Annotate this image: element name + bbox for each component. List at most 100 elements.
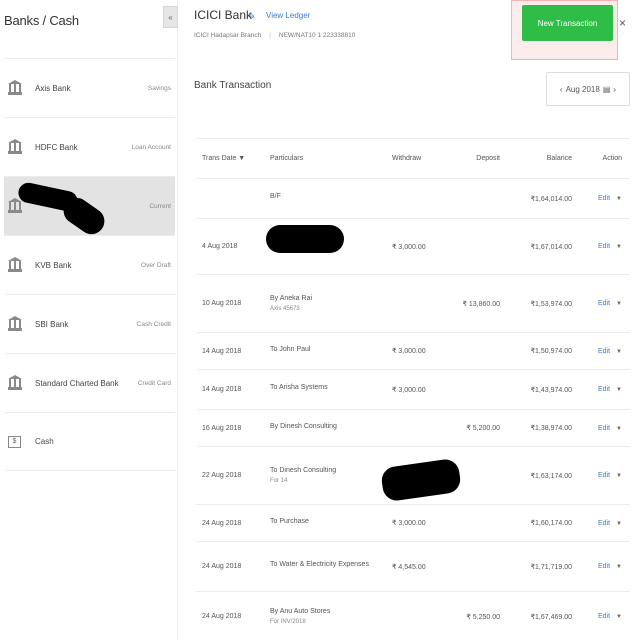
cell-deposit: ₹ 5,200.00 bbox=[458, 409, 506, 447]
sidebar-header: Banks / Cash bbox=[0, 0, 177, 40]
cell-withdraw: ₹ 3,000.00 bbox=[392, 369, 458, 410]
bank-icon bbox=[8, 80, 22, 96]
edit-link[interactable]: Edit bbox=[598, 195, 610, 202]
cell-balance: ₹1,43,974.00 bbox=[506, 369, 578, 410]
cell-date: 14 Aug 2018 bbox=[196, 369, 264, 410]
chevron-down-icon[interactable]: ▼ bbox=[616, 426, 622, 432]
edit-account-icon[interactable]: ✎ bbox=[248, 11, 256, 22]
chevron-left-icon[interactable]: ‹ bbox=[560, 85, 563, 94]
particulars-text: By Dinesh Consulting bbox=[270, 422, 337, 430]
cell-date: 4 Aug 2018 bbox=[196, 218, 264, 275]
collapse-sidebar-button[interactable]: « bbox=[163, 6, 178, 28]
cell-withdraw bbox=[392, 178, 458, 219]
sidebar-item-kvb-bank[interactable]: KVB Bank Over Draft bbox=[4, 235, 175, 294]
table-header-row: Trans Date ▼ Particulars Withdraw Deposi… bbox=[196, 138, 630, 179]
cell-date: 16 Aug 2018 bbox=[196, 409, 264, 447]
chevron-down-icon[interactable]: ▼ bbox=[616, 521, 622, 527]
cell-action: Edit ▼ bbox=[578, 218, 630, 275]
sidebar-item-cash[interactable]: $ Cash bbox=[4, 412, 175, 471]
cell-deposit bbox=[458, 178, 506, 219]
table-row: 14 Aug 2018 To John Paul ₹ 3,000.00 ₹1,50,9… bbox=[196, 332, 630, 370]
chevron-down-icon[interactable]: ▼ bbox=[616, 564, 622, 570]
table-row: B/F ₹1,64,014.00 Edit ▼ bbox=[196, 178, 630, 219]
month-label: Aug 2018 bbox=[565, 84, 600, 94]
chevron-down-icon[interactable]: ▼ bbox=[616, 387, 622, 393]
account-branch: ICICI Hadapsar Branch bbox=[194, 32, 262, 39]
sidebar-item-hdfc-bank[interactable]: HDFC Bank Loan Account bbox=[4, 117, 175, 176]
calendar-icon[interactable]: ▤ bbox=[603, 85, 611, 94]
cell-date: 22 Aug 2018 bbox=[196, 446, 264, 505]
cell-balance: ₹1,63,174.00 bbox=[506, 446, 578, 505]
cell-particulars: By Aneka Rai Axis 45673 bbox=[264, 274, 392, 333]
view-ledger-link[interactable]: View Ledger bbox=[266, 11, 310, 20]
particulars-text: By Anu Auto Stores bbox=[270, 608, 331, 616]
edit-link[interactable]: Edit bbox=[598, 563, 610, 570]
cell-deposit bbox=[458, 504, 506, 542]
account-type: Over Draft bbox=[141, 261, 171, 269]
chevron-right-icon[interactable]: › bbox=[613, 85, 616, 94]
cell-date: 24 Aug 2018 bbox=[196, 504, 264, 542]
edit-link[interactable]: Edit bbox=[598, 348, 610, 355]
chevron-down-icon[interactable]: ▼ bbox=[616, 244, 622, 250]
cell-particulars: To Dinesh Consulting For 14 bbox=[264, 446, 392, 505]
cell-action: Edit ▼ bbox=[578, 178, 630, 219]
bank-name: SBI Bank bbox=[35, 319, 69, 329]
col-action: Action bbox=[578, 138, 630, 179]
cell-particulars: To Water & Electricity Expenses bbox=[264, 541, 392, 592]
account-type: Current bbox=[149, 202, 171, 210]
bank-name: Standard Charted Bank bbox=[35, 378, 119, 388]
edit-link[interactable]: Edit bbox=[598, 386, 610, 393]
section-title: Bank Transaction bbox=[194, 80, 272, 91]
cell-withdraw: ₹ 4,545.00 bbox=[392, 541, 458, 592]
cash-icon: $ bbox=[8, 435, 21, 448]
chevron-down-icon[interactable]: ▼ bbox=[616, 349, 622, 355]
cell-deposit: ₹ 13,860.00 bbox=[458, 274, 506, 333]
edit-link[interactable]: Edit bbox=[598, 425, 610, 432]
cell-particulars: By Dinesh Consulting bbox=[264, 409, 392, 447]
chevron-down-icon[interactable]: ▼ bbox=[616, 473, 622, 479]
bank-icon bbox=[8, 139, 22, 155]
particulars-text: To Water & Electricity Expenses bbox=[270, 561, 369, 568]
chevron-down-icon[interactable]: ▼ bbox=[616, 301, 622, 307]
banks-sidebar: Banks / Cash « Axis Bank Savings HDFC Ba… bbox=[0, 0, 178, 640]
new-transaction-button[interactable]: New Transaction bbox=[522, 5, 613, 41]
col-balance: Balance bbox=[506, 138, 578, 179]
cell-withdraw: ₹ 3,000.00 bbox=[392, 218, 458, 275]
sidebar-item-standard-charted-bank[interactable]: Standard Charted Bank Credit Card bbox=[4, 353, 175, 412]
account-type: Cash Credit bbox=[136, 320, 171, 328]
table-row: 16 Aug 2018 By Dinesh Consulting ₹ 5,200.0… bbox=[196, 409, 630, 447]
table-row: 24 Aug 2018 To Water & Electricity Expens… bbox=[196, 541, 630, 592]
edit-link[interactable]: Edit bbox=[598, 613, 610, 620]
bank-name: KVB Bank bbox=[35, 260, 72, 270]
edit-link[interactable]: Edit bbox=[598, 472, 610, 479]
cell-particulars: B/F bbox=[264, 178, 392, 219]
col-particulars: Particulars bbox=[264, 138, 392, 179]
cell-date: 14 Aug 2018 bbox=[196, 332, 264, 370]
cell-deposit bbox=[458, 541, 506, 592]
bank-name: Cash bbox=[35, 437, 54, 446]
chevron-down-icon[interactable]: ▼ bbox=[616, 196, 622, 202]
cell-balance: ₹1,60,174.00 bbox=[506, 504, 578, 542]
transactions-table: Trans Date ▼ Particulars Withdraw Deposi… bbox=[196, 138, 630, 640]
edit-link[interactable]: Edit bbox=[598, 520, 610, 527]
sidebar-item-selected-bank[interactable]: Current bbox=[4, 176, 175, 240]
col-trans-date[interactable]: Trans Date ▼ bbox=[196, 138, 264, 179]
chevron-down-icon[interactable]: ▼ bbox=[616, 614, 622, 620]
cell-date: 24 Aug 2018 bbox=[196, 591, 264, 640]
close-icon[interactable]: × bbox=[619, 16, 626, 30]
edit-link[interactable]: Edit bbox=[598, 243, 610, 250]
cell-action: Edit ▼ bbox=[578, 369, 630, 410]
cell-withdraw bbox=[392, 591, 458, 640]
cell-balance: ₹1,71,719.00 bbox=[506, 541, 578, 592]
cell-balance: ₹1,67,469.00 bbox=[506, 591, 578, 640]
cell-particulars: To Arisha Systems bbox=[264, 369, 392, 410]
particulars-text: By Aneka Rai bbox=[270, 295, 313, 302]
sidebar-item-sbi-bank[interactable]: SBI Bank Cash Credit bbox=[4, 294, 175, 353]
edit-link[interactable]: Edit bbox=[598, 300, 610, 307]
particulars-sub: For 14 bbox=[270, 478, 288, 484]
month-selector[interactable]: ‹ Aug 2018 ▤ › bbox=[546, 72, 630, 106]
cell-action: Edit ▼ bbox=[578, 504, 630, 542]
cell-balance: ₹1,53,974.00 bbox=[506, 274, 578, 333]
sidebar-item-axis-bank[interactable]: Axis Bank Savings bbox=[4, 58, 175, 117]
account-meta: ICICI Hadapsar Branch | NEW/NAT10 1 223338… bbox=[194, 32, 356, 39]
